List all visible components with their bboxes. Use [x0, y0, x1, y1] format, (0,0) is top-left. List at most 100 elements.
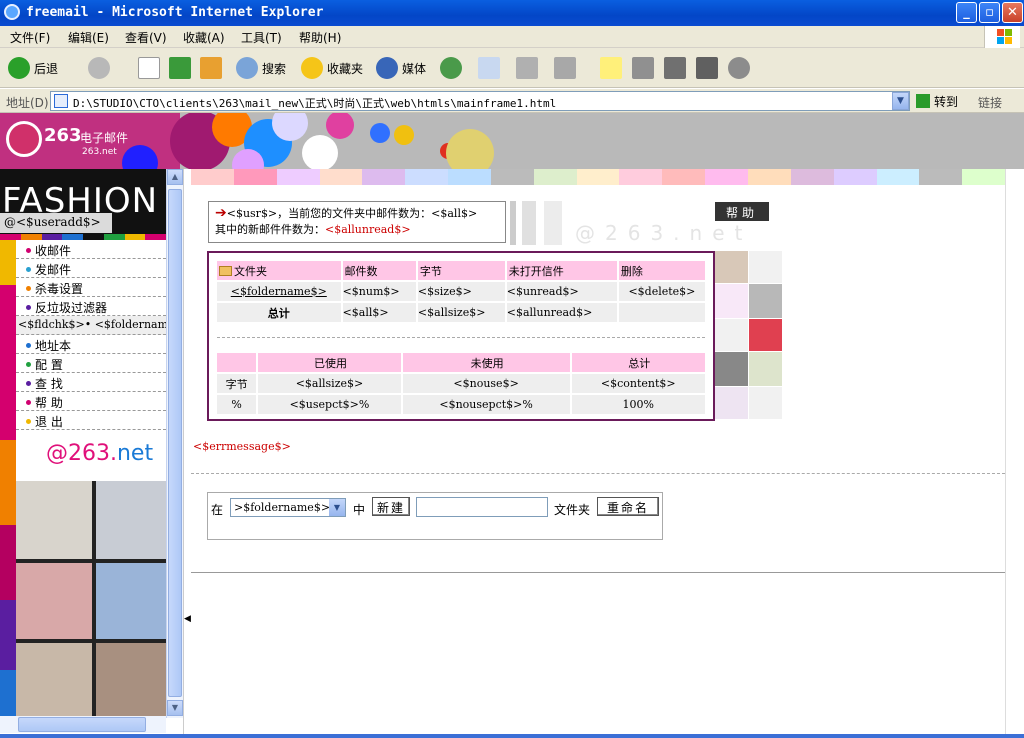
collapse-arrow-icon[interactable]: ◀ [184, 614, 191, 624]
edit-button[interactable] [554, 55, 580, 81]
mail-button[interactable] [478, 55, 504, 81]
menu-help[interactable]: 帮助(H) [299, 29, 341, 46]
fashion-photo-grid [16, 481, 166, 718]
menu-tools[interactable]: 工具(T) [241, 29, 282, 46]
nav-logout[interactable]: 退 出 [16, 411, 166, 430]
handbag-photo [749, 319, 782, 351]
nav-folder-list[interactable]: <$fldchk$>• <$foldername$> [16, 316, 166, 335]
hscroll-thumb[interactable] [18, 717, 146, 732]
note-icon [600, 57, 622, 79]
eye-photo [96, 481, 166, 559]
address-dropdown-icon[interactable]: ▼ [892, 92, 909, 110]
messenger-button[interactable] [664, 55, 690, 81]
scroll-thumb[interactable] [168, 189, 182, 697]
stop-icon [138, 57, 160, 79]
folder-table: 文件夹 邮件数 字节 未打开信件 删除 <$foldername$> <$num… [215, 259, 707, 324]
bullet-icon [26, 248, 31, 253]
hands-photo [16, 643, 92, 718]
new-folder-form: 在 >$foldername$> ▼ 中 新建 文件夹 重命名 [207, 492, 663, 540]
back-button[interactable]: 后退 [8, 55, 58, 81]
menu-view[interactable]: 查看(V) [125, 29, 167, 46]
top-color-bar [191, 169, 1006, 185]
maximize-button[interactable]: ▫ [979, 2, 1000, 23]
col-used: 已使用 [258, 353, 401, 372]
forward-button[interactable] [88, 55, 114, 81]
left-horizontal-scrollbar[interactable] [0, 716, 166, 733]
main-scroll-area[interactable] [1005, 169, 1024, 734]
decorative-bars [508, 201, 568, 245]
table-row: % <$usepct$>% <$nousepct$>% 100% [217, 395, 705, 414]
history-icon [440, 57, 462, 79]
go-button[interactable]: 转到 [916, 93, 958, 110]
usage-table: 已使用 未使用 总计 字节 <$allsize$> <$nouse$> <$co… [215, 351, 707, 416]
close-button[interactable]: ✕ [1002, 2, 1023, 23]
side-photo-strip [715, 251, 782, 419]
discuss-button[interactable] [600, 55, 626, 81]
history-button[interactable] [440, 55, 466, 81]
lips-photo [16, 563, 92, 639]
left-vertical-scrollbar[interactable]: ▲ ▼ [166, 169, 183, 718]
col-bytes: 字节 [417, 261, 505, 280]
nav-help[interactable]: 帮 助 [16, 392, 166, 411]
col-delete: 删除 [618, 261, 705, 280]
minimize-button[interactable]: _ [956, 2, 977, 23]
chat-bubble-icon [728, 57, 750, 79]
menu-file[interactable]: 文件(F) [10, 29, 50, 46]
folder-name-input[interactable] [416, 497, 548, 517]
favorites-button[interactable]: 收藏夹 [301, 55, 363, 81]
divider [191, 473, 1005, 474]
delete-link[interactable]: <$delete$> [618, 282, 705, 301]
media-button[interactable]: 媒体 [376, 55, 426, 81]
nav-settings[interactable]: 配 置 [16, 354, 166, 373]
address-input[interactable]: D:\STUDIO\CTO\clients\263\mail_new\正式\时尚… [50, 91, 910, 111]
user-address: @<$useradd$> [0, 213, 112, 233]
research-button[interactable] [632, 55, 658, 81]
messenger-icon [664, 57, 686, 79]
forward-arrow-icon [88, 57, 110, 79]
bullet-icon [26, 381, 31, 386]
nav-spam-filter[interactable]: 反垃圾过滤器 [16, 297, 166, 316]
rename-button[interactable]: 重命名 [597, 497, 659, 516]
glove-photo [749, 284, 782, 318]
chat-button[interactable] [728, 55, 754, 81]
menu-bar: 文件(F) 编辑(E) 查看(V) 收藏(A) 工具(T) 帮助(H) [0, 26, 1024, 48]
nav-address-book[interactable]: 地址本 [16, 335, 166, 354]
mailbox-summary: ➔<$usr$>，当前您的文件夹中邮件数为：<$all$> 其中的新邮件件数为：… [208, 201, 506, 243]
refresh-icon [169, 57, 191, 79]
nav-receive-mail[interactable]: 收邮件 [16, 240, 166, 259]
scroll-up-icon[interactable]: ▲ [167, 169, 183, 185]
scroll-down-icon[interactable]: ▼ [167, 700, 183, 716]
error-message: <$errmessage$> [193, 440, 291, 453]
windows-logo-icon [984, 26, 1020, 48]
col-unused: 未使用 [402, 353, 570, 372]
side-color-strip [0, 240, 16, 718]
tools-button[interactable] [696, 55, 722, 81]
media-icon [376, 57, 398, 79]
divider [217, 337, 705, 338]
logo-263: 263 电子邮件 263.net [6, 119, 156, 159]
col-mail-count: 邮件数 [342, 261, 416, 280]
bullet-icon [26, 343, 31, 348]
chevron-down-icon[interactable]: ▼ [329, 499, 345, 516]
menu-edit[interactable]: 编辑(E) [68, 29, 109, 46]
links-button[interactable]: 链接 [978, 94, 1002, 111]
help-button[interactable]: 帮助 [715, 202, 769, 221]
header-banner: 263 电子邮件 263.net [0, 113, 1024, 169]
new-folder-button[interactable]: 新建 [372, 497, 410, 516]
folder-link[interactable]: <$foldername$> [231, 285, 327, 298]
face-photo [96, 643, 166, 718]
home-button[interactable] [200, 55, 226, 81]
search-button[interactable]: 搜索 [236, 55, 286, 81]
frame-splitter[interactable]: ◀ [183, 169, 191, 734]
refresh-button[interactable] [169, 55, 195, 81]
stop-button[interactable] [138, 55, 164, 81]
go-arrow-icon [916, 94, 930, 108]
edit-icon [554, 57, 576, 79]
nav-send-mail[interactable]: 发邮件 [16, 259, 166, 278]
nav-antivirus[interactable]: 杀毒设置 [16, 278, 166, 297]
nav-search[interactable]: 查 找 [16, 373, 166, 392]
menu-favorites[interactable]: 收藏(A) [183, 29, 225, 46]
mail-icon [478, 57, 500, 79]
print-button[interactable] [516, 55, 542, 81]
folder-select[interactable]: >$foldername$> ▼ [230, 498, 346, 517]
